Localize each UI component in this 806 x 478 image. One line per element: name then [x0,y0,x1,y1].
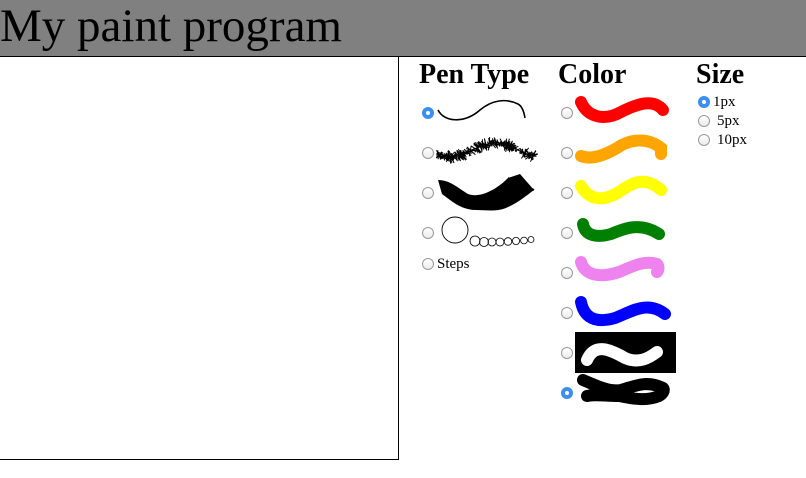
pen-type-steps-label: Steps [437,256,470,272]
size-heading: Size [696,59,745,90]
color-red-radio[interactable] [561,107,573,119]
pen-type-steps-radio[interactable] [422,258,434,270]
violet-color-swatch[interactable] [575,252,675,286]
size-1px-radio[interactable] [698,96,710,108]
yellow-color-swatch[interactable] [575,172,675,206]
size-1px-label: 1px [713,94,736,110]
size-5px-radio[interactable] [698,115,710,127]
ribbon-pen-preview[interactable] [436,172,538,214]
color-blue-radio[interactable] [561,307,573,319]
color-green-radio[interactable] [561,227,573,239]
app-header: My paint program [0,0,806,57]
size-5px-label: 5px [717,113,740,129]
size-10px-radio[interactable] [698,134,710,146]
pen-type-spray-radio[interactable] [422,147,434,159]
thin-line-pen-preview[interactable] [436,96,528,126]
circles-pen-preview[interactable] [436,214,536,248]
color-violet-radio[interactable] [561,267,573,279]
pen-type-thin-line-radio[interactable] [422,107,434,119]
spray-pen-preview[interactable] [436,132,538,168]
color-white-radio[interactable] [561,347,573,359]
black-color-swatch[interactable] [575,372,675,408]
color-orange-radio[interactable] [561,147,573,159]
pen-type-circles-radio[interactable] [422,227,434,239]
red-color-swatch[interactable] [575,94,675,126]
color-yellow-radio[interactable] [561,187,573,199]
blue-color-swatch[interactable] [575,292,675,330]
app-title: My paint program [0,0,342,52]
color-heading: Color [558,59,627,90]
size-10px-label: 10px [717,132,747,148]
orange-color-swatch[interactable] [575,134,675,166]
green-color-swatch[interactable] [575,212,675,246]
drawing-canvas[interactable] [0,57,399,460]
pen-type-heading: Pen Type [419,59,530,90]
pen-type-ribbon-radio[interactable] [422,187,434,199]
color-black-radio[interactable] [561,387,573,399]
white-color-swatch[interactable] [575,332,676,373]
